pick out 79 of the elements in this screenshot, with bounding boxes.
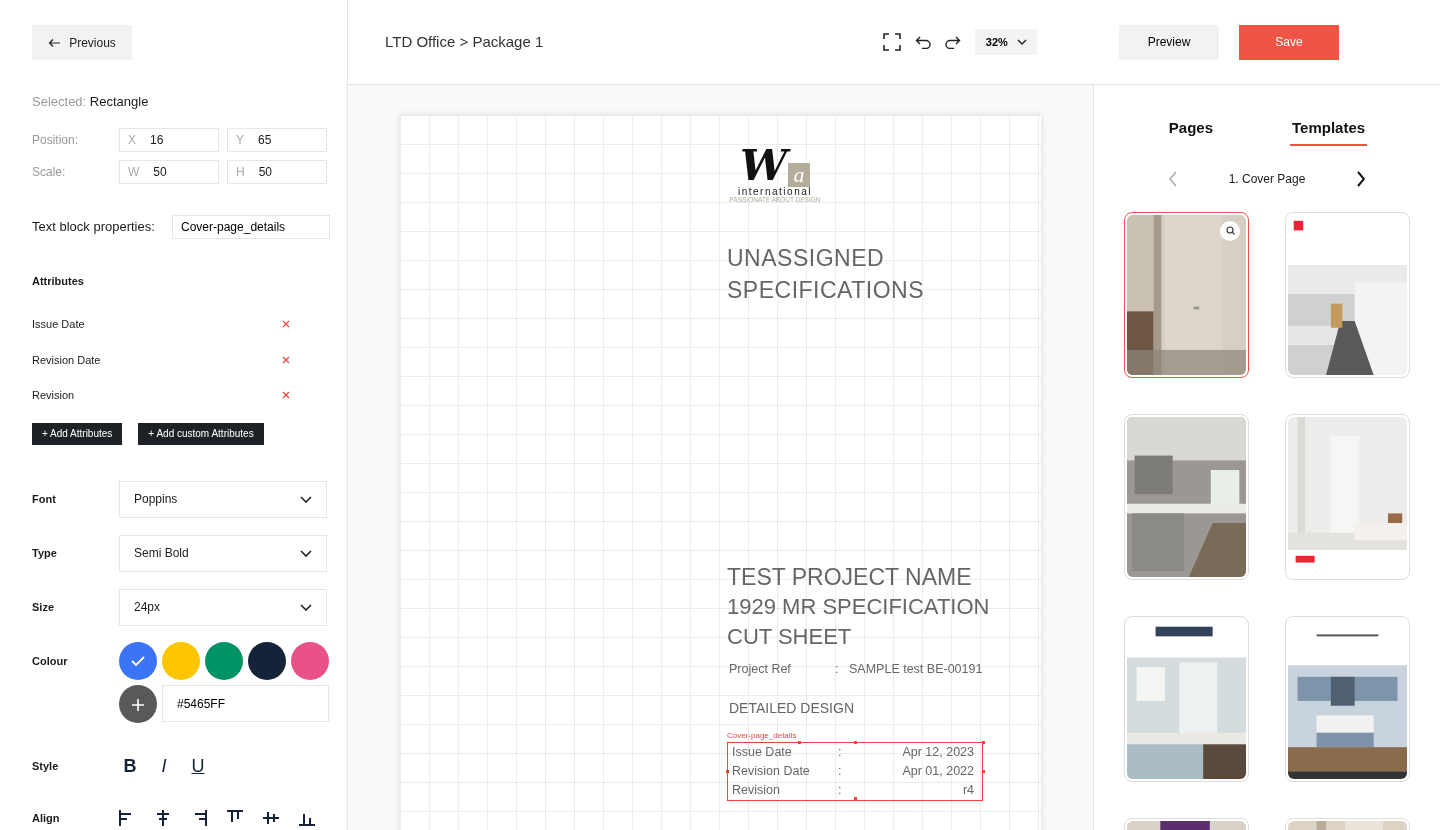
ref-label: Project Ref — [729, 660, 792, 678]
add-colour-button[interactable] — [119, 684, 157, 723]
panel-tab[interactable]: Templates — [1290, 113, 1368, 146]
detail-value: Apr 12, 2023 — [902, 744, 974, 762]
attributes-heading: Attributes — [32, 273, 85, 289]
title-line: CUT SHEET — [727, 622, 853, 651]
colour-swatch[interactable] — [205, 641, 243, 680]
field-label: Align — [32, 810, 61, 826]
previous-button[interactable]: Previous — [32, 25, 132, 60]
selected-value: Rectangle — [89, 94, 149, 109]
redo-icon[interactable] — [945, 35, 962, 49]
colour-swatch[interactable] — [162, 641, 200, 680]
heading-line: UNASSIGNED — [727, 243, 886, 273]
selected-text-block[interactable]: Issue Date : Apr 12, 2023 Revision Date : Apr 01, 2022 Revision : r4 — [727, 742, 983, 802]
chevron-down-icon — [1016, 39, 1027, 45]
position-label: Position: — [32, 131, 80, 149]
chevron-down-icon — [300, 603, 312, 611]
breadcrumb: LTD Office > Package 1 — [385, 31, 544, 52]
chevron-right-icon[interactable] — [1357, 170, 1366, 187]
separator: : — [835, 660, 840, 678]
detail-value: Apr 01, 2022 — [902, 763, 974, 781]
dropdown[interactable]: 24px — [119, 588, 327, 626]
text-block-label: Text block properties: — [32, 217, 155, 236]
remove-icon[interactable] — [282, 391, 290, 400]
detail-label: Revision Date — [732, 763, 811, 781]
colour-swatch[interactable] — [248, 641, 286, 680]
add-attributes-button[interactable]: + Add Attributes — [32, 422, 123, 445]
stage-heading: DETAILED DESIGN — [728, 699, 855, 719]
colour-swatch[interactable] — [291, 641, 329, 680]
preview-button[interactable]: Preview — [1119, 24, 1219, 60]
separator: : — [838, 744, 843, 762]
chevron-down-icon — [300, 549, 312, 557]
field-label: Size — [32, 599, 55, 615]
field-label: Font — [32, 491, 57, 507]
fullscreen-icon[interactable] — [883, 33, 902, 51]
zoom-dropdown[interactable]: 32% — [975, 29, 1038, 55]
underline-button[interactable]: U — [187, 752, 209, 780]
number-field[interactable]: W 50 — [119, 159, 219, 184]
bold-button[interactable]: B — [119, 752, 141, 780]
panel-tab[interactable]: Pages — [1166, 113, 1216, 146]
attribute-name: Issue Date — [32, 317, 85, 332]
title-line: 1929 MR SPECIFICATION — [727, 592, 991, 621]
separator: : — [838, 763, 843, 781]
number-field[interactable]: X 16 — [119, 127, 219, 152]
heading-line: SPECIFICATIONS — [727, 275, 925, 305]
check-icon — [131, 655, 145, 666]
hex-field[interactable]: #5465FF — [162, 685, 329, 722]
field-label: Style — [32, 758, 60, 774]
detail-label: Issue Date — [732, 744, 793, 762]
dropdown[interactable]: Poppins — [119, 480, 327, 518]
selected-label: Selected: — [32, 94, 88, 109]
separator: : — [838, 782, 843, 800]
chevron-down-icon — [300, 495, 312, 503]
title-line: TEST PROJECT NAME — [727, 562, 973, 592]
colour-swatch[interactable] — [119, 641, 157, 680]
detail-label: Revision — [732, 782, 781, 800]
align-center-icon[interactable] — [155, 809, 171, 826]
field-label: Type — [32, 545, 58, 561]
dropdown[interactable]: Semi Bold — [119, 534, 327, 572]
back-arrow-icon — [48, 37, 62, 48]
plus-icon — [132, 699, 144, 712]
field-label: Colour — [32, 653, 69, 669]
search-icon — [1225, 226, 1235, 235]
undo-icon[interactable] — [915, 35, 932, 49]
attribute-name: Revision Date — [32, 352, 101, 368]
ref-value: SAMPLE test BE-00191 — [849, 660, 983, 678]
section-title: 1. Cover Page — [1228, 170, 1306, 188]
number-field[interactable]: Y 65 — [227, 127, 327, 152]
attribute-name: Revision — [32, 388, 75, 403]
scale-label: Scale: — [32, 163, 67, 181]
number-field[interactable]: H 50 — [227, 159, 327, 184]
detail-value: r4 — [962, 782, 974, 800]
remove-icon[interactable] — [282, 320, 290, 329]
italic-button[interactable]: I — [153, 752, 175, 780]
text-block-field[interactable]: Cover-page_details — [172, 214, 330, 239]
block-label: Cover-page_details — [727, 730, 798, 743]
align-middle-icon[interactable] — [263, 809, 279, 826]
add-custom-attributes-button[interactable]: + Add custom Attributes — [138, 422, 264, 445]
remove-icon[interactable] — [282, 355, 290, 364]
